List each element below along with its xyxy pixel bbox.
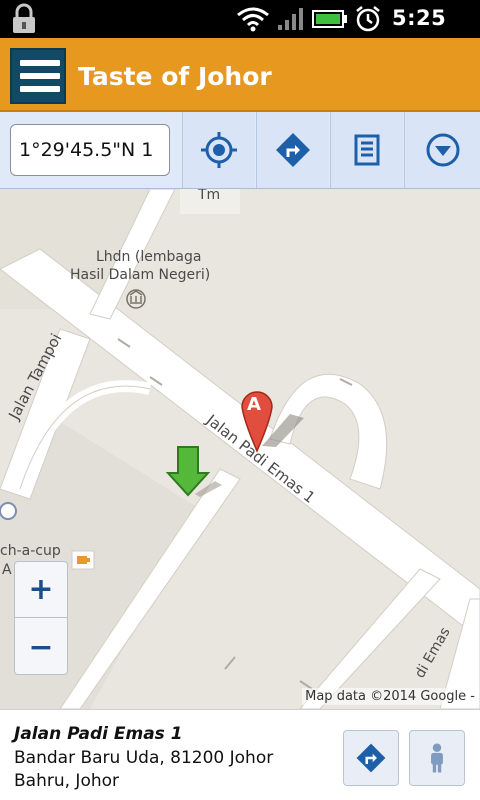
my-location-button[interactable] bbox=[182, 112, 255, 188]
menu-line bbox=[20, 60, 60, 66]
menu-line bbox=[20, 73, 60, 79]
app-title: Taste of Johor bbox=[78, 62, 272, 91]
get-directions-button[interactable] bbox=[343, 730, 399, 786]
chevron-down-circle-icon bbox=[426, 133, 459, 167]
list-icon bbox=[354, 134, 380, 166]
place-address: Bandar Baru Uda, 81200 Johor Bahru, Joho… bbox=[14, 748, 274, 791]
app-bar: Taste of Johor bbox=[0, 38, 480, 112]
battery-icon bbox=[312, 10, 347, 28]
place-info-panel: Jalan Padi Emas 1 Bandar Baru Uda, 81200… bbox=[0, 709, 480, 800]
zoom-in-button[interactable]: + bbox=[15, 562, 67, 618]
hamburger-menu-icon[interactable] bbox=[10, 48, 66, 104]
wifi-icon bbox=[237, 7, 269, 32]
list-button[interactable] bbox=[330, 112, 403, 188]
map-label-cafe: ch-a-cup bbox=[0, 543, 61, 559]
street-view-button[interactable] bbox=[409, 730, 465, 786]
pin-label: A bbox=[247, 394, 261, 415]
map-label-lhdn: Lhdn (lembaga bbox=[96, 249, 202, 265]
directions-icon bbox=[276, 133, 310, 167]
place-title: Jalan Padi Emas 1 bbox=[14, 724, 183, 744]
toolbar bbox=[0, 112, 480, 189]
zoom-out-button[interactable]: − bbox=[15, 619, 67, 675]
directions-icon bbox=[356, 743, 386, 773]
zoom-control: + − bbox=[14, 561, 68, 675]
signal-icon bbox=[278, 8, 303, 30]
clock-time: 5:25 bbox=[392, 6, 447, 30]
current-location-arrow-icon bbox=[165, 446, 211, 497]
map-label-lhdn-2: Hasil Dalam Negeri) bbox=[70, 267, 211, 283]
map-view[interactable]: Tm Lhdn (lembaga Hasil Dalam Negeri) Jal… bbox=[0, 189, 480, 709]
coordinate-input[interactable] bbox=[10, 124, 170, 176]
menu-line bbox=[20, 86, 60, 92]
status-bar: 5:25 AM bbox=[0, 0, 480, 53]
lock-icon bbox=[13, 3, 35, 33]
directions-button[interactable] bbox=[256, 112, 329, 188]
more-button[interactable] bbox=[404, 112, 480, 188]
pegman-icon bbox=[431, 743, 443, 773]
map-attribution: Map data ©2014 Google - bbox=[302, 688, 478, 705]
crosshair-icon bbox=[201, 132, 237, 168]
alarm-icon bbox=[356, 6, 380, 32]
map-label-tm: Tm bbox=[198, 189, 221, 203]
map-label-cafe-2: A bbox=[2, 562, 12, 578]
